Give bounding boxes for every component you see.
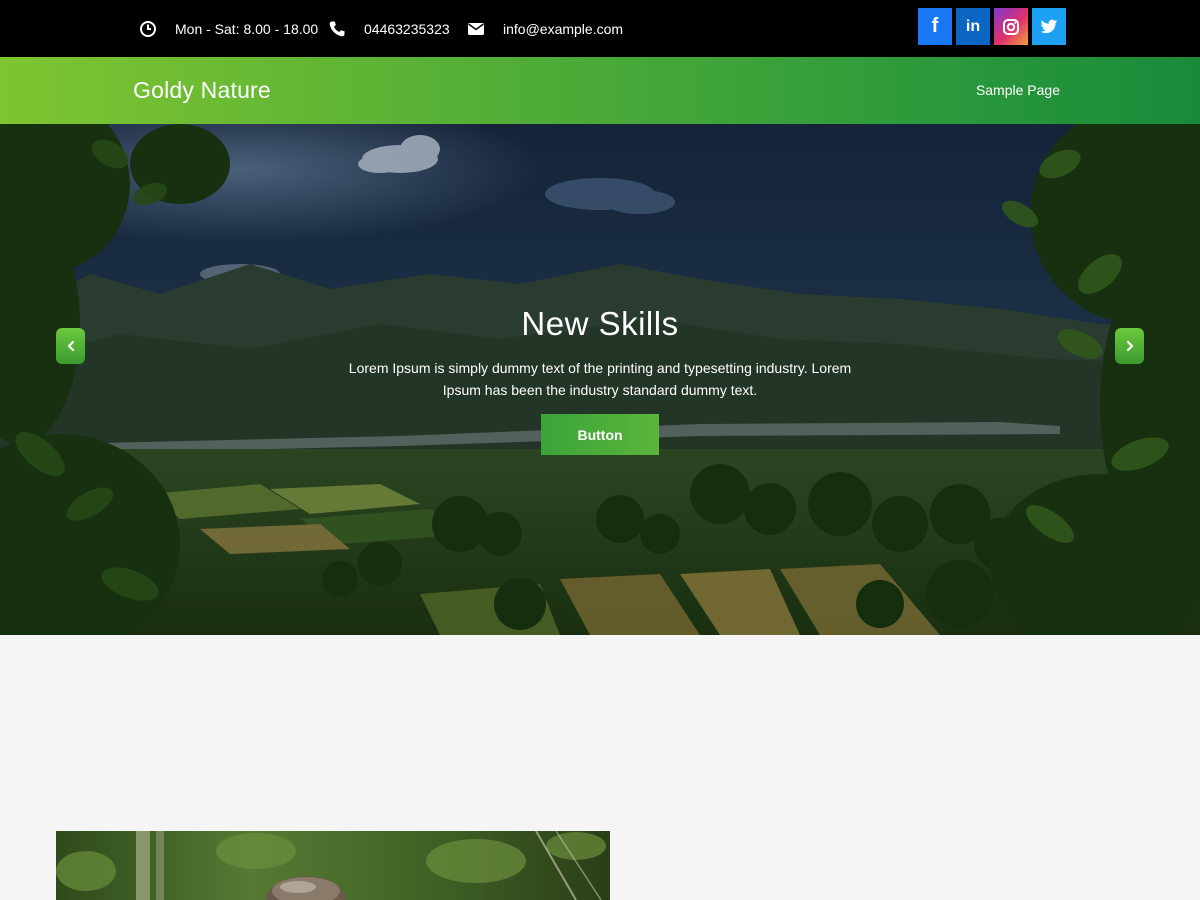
- slider-prev-button[interactable]: [56, 328, 85, 364]
- email-address[interactable]: info@example.com: [503, 21, 623, 37]
- content-photo: [56, 831, 610, 900]
- chevron-left-icon: [67, 340, 74, 352]
- phone-icon: [329, 21, 345, 36]
- social-links: f in: [918, 8, 1066, 45]
- chevron-right-icon: [1126, 340, 1133, 352]
- hero-slider: New Skills Lorem Ipsum is simply dummy t…: [0, 124, 1200, 635]
- twitter-button[interactable]: [1032, 8, 1066, 45]
- twitter-icon: [1040, 19, 1058, 33]
- clock-icon: [140, 20, 156, 37]
- top-info-bar: Mon - Sat: 8.00 - 18.00 04463235323 info…: [0, 0, 1200, 57]
- business-hours: Mon - Sat: 8.00 - 18.00: [139, 0, 318, 57]
- person-in-nature-photo: [56, 831, 610, 900]
- facebook-button[interactable]: f: [918, 8, 952, 45]
- business-hours-text: Mon - Sat: 8.00 - 18.00: [175, 20, 319, 37]
- nav-item-sample-page[interactable]: Sample Page: [976, 82, 1060, 98]
- slider-next-button[interactable]: [1115, 328, 1144, 364]
- linkedin-button[interactable]: in: [956, 8, 990, 45]
- envelope-icon: [468, 22, 484, 35]
- hero-title: New Skills: [521, 305, 679, 342]
- instagram-icon: [1003, 18, 1019, 35]
- phone-number[interactable]: 04463235323: [364, 21, 450, 37]
- phone-info[interactable]: 04463235323: [328, 0, 450, 57]
- facebook-icon: f: [931, 15, 939, 37]
- linkedin-icon: in: [965, 17, 981, 35]
- hero-cta-button[interactable]: Button: [541, 414, 659, 455]
- main-header: Goldy Nature Sample Page: [0, 57, 1200, 124]
- email-info[interactable]: info@example.com: [467, 0, 623, 57]
- instagram-button[interactable]: [994, 8, 1028, 45]
- site-brand[interactable]: Goldy Nature: [133, 77, 271, 104]
- hero-description: Lorem Ipsum is simply dummy text of the …: [348, 360, 852, 398]
